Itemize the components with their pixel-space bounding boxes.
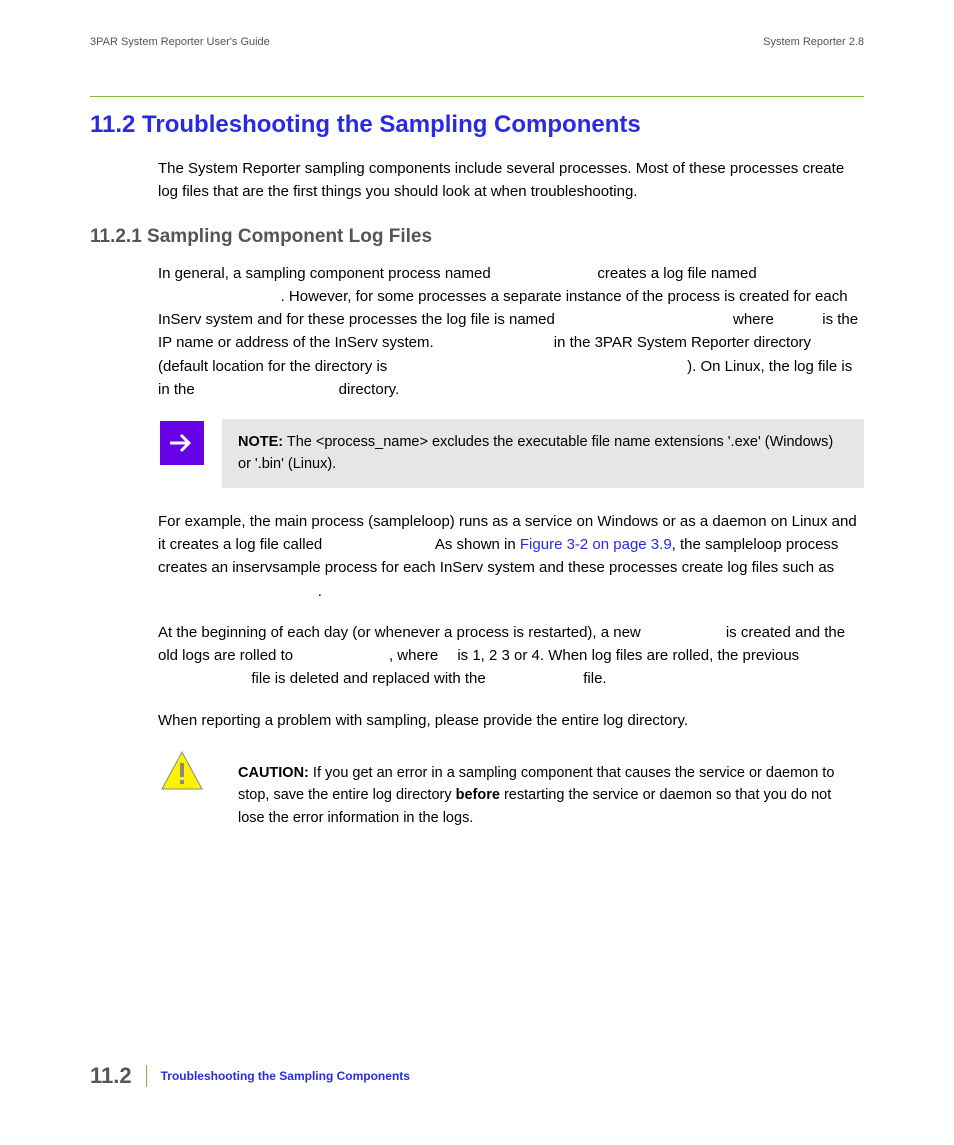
page-footer: 11.2 Troubleshooting the Sampling Compon… xyxy=(90,1063,410,1089)
paragraph-1: In general, a sampling component process… xyxy=(90,262,864,402)
section-rule xyxy=(90,96,864,97)
caution-body: CAUTION: If you get an error in a sampli… xyxy=(222,750,864,841)
note-callout: NOTE: The <process_name> excludes the ex… xyxy=(158,419,864,488)
page-number: 11.2 xyxy=(90,1063,132,1089)
note-body: NOTE: The <process_name> excludes the ex… xyxy=(222,419,864,488)
header-right: System Reporter 2.8 xyxy=(763,36,864,48)
page-header: 3PAR System Reporter User's Guide System… xyxy=(90,36,864,48)
paragraph-3: At the beginning of each day (or wheneve… xyxy=(90,621,864,691)
note-label: NOTE: xyxy=(238,434,283,450)
footer-divider xyxy=(146,1065,147,1087)
arrow-right-icon xyxy=(160,421,204,465)
subsection-heading: 11.2.1 Sampling Component Log Files xyxy=(90,226,864,248)
paragraph-2: For example, the main process (sampleloo… xyxy=(90,510,864,603)
section-heading: 11.2 Troubleshooting the Sampling Compon… xyxy=(90,111,864,139)
header-left: 3PAR System Reporter User's Guide xyxy=(90,36,270,48)
figure-link[interactable]: Figure 3-2 on page 3.9 xyxy=(520,536,672,553)
caution-callout: CAUTION: If you get an error in a sampli… xyxy=(158,750,864,841)
paragraph-4: When reporting a problem with sampling, … xyxy=(90,709,864,732)
footer-title: Troubleshooting the Sampling Components xyxy=(161,1069,410,1083)
note-text: The <process_name> excludes the executab… xyxy=(238,434,833,472)
caution-label: CAUTION: xyxy=(238,765,309,781)
section-intro: The System Reporter sampling components … xyxy=(90,157,864,204)
note-icon-box xyxy=(158,419,206,467)
warning-icon xyxy=(160,749,204,798)
caution-icon-box xyxy=(158,750,206,798)
